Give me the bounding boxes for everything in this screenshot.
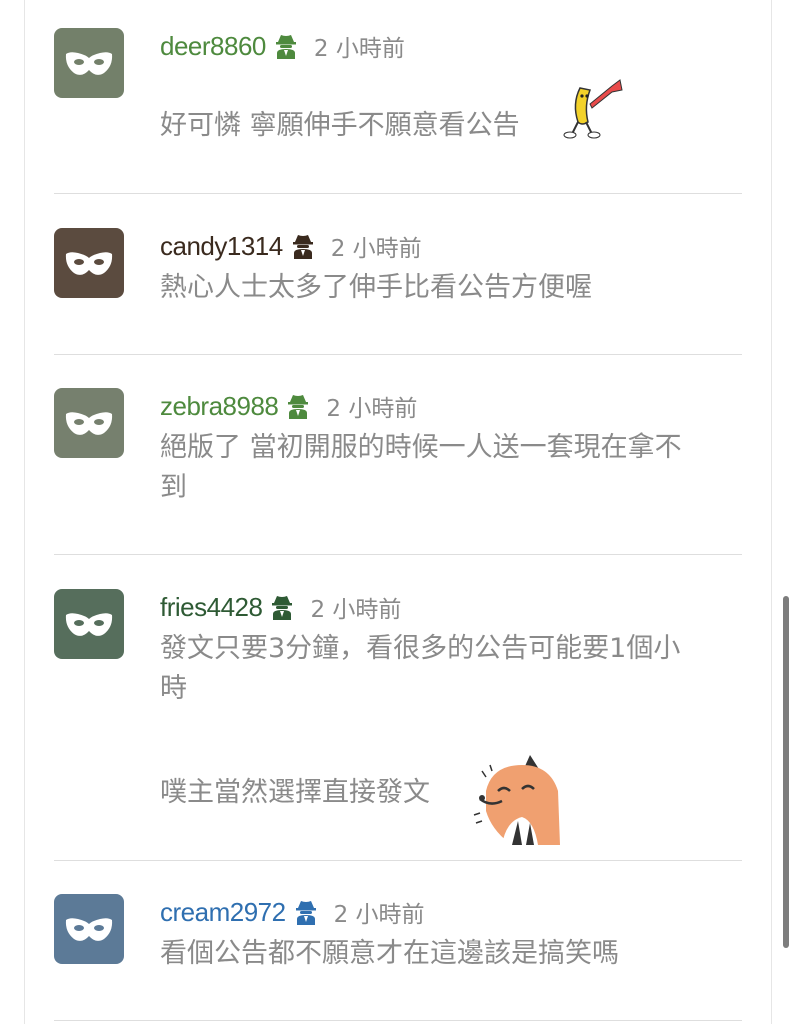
mask-icon bbox=[65, 613, 113, 636]
username[interactable]: cream2972 bbox=[160, 897, 286, 928]
username[interactable]: deer8860 bbox=[160, 31, 266, 62]
divider bbox=[54, 860, 742, 861]
comment-text: 發文只要3分鐘，看很多的公告可能要1個小 bbox=[160, 633, 681, 664]
mask-icon bbox=[65, 252, 113, 275]
comment-body: 熱心人士太多了伸手比看公告方便喔 bbox=[160, 268, 742, 308]
comment-item: deer8860 2 小時前 好可憐 寧願伸手不願意看公告 bbox=[54, 28, 742, 168]
comment-item: zebra8988 2 小時前 絕版了 當初開服的時候一人送一套現在拿不 到 bbox=[54, 388, 742, 518]
timestamp: 2 小時前 bbox=[310, 597, 402, 623]
comment-item: cream2972 2 小時前 看個公告都不願意才在這邊該是搞笑嗎 bbox=[54, 894, 742, 994]
comment-text: 時 bbox=[160, 673, 187, 704]
spy-icon bbox=[274, 33, 298, 59]
divider bbox=[54, 554, 742, 555]
avatar[interactable] bbox=[54, 28, 124, 98]
divider bbox=[54, 193, 742, 194]
timestamp: 2 小時前 bbox=[326, 396, 418, 422]
comment-body: 看個公告都不願意才在這邊該是搞笑嗎 bbox=[160, 934, 742, 974]
comment-header: zebra8988 2 小時前 bbox=[160, 388, 417, 424]
comment-header: cream2972 2 小時前 bbox=[160, 894, 425, 930]
mask-icon bbox=[65, 918, 113, 941]
avatar[interactable] bbox=[54, 894, 124, 964]
divider bbox=[54, 1020, 742, 1021]
spy-icon bbox=[291, 233, 315, 259]
comment-body: 好可憐 寧願伸手不願意看公告 bbox=[160, 79, 742, 146]
username[interactable]: candy1314 bbox=[160, 231, 283, 262]
comment-text: 噗主當然選擇直接發文 bbox=[160, 777, 430, 808]
username[interactable]: zebra8988 bbox=[160, 391, 279, 422]
spy-icon bbox=[294, 899, 318, 925]
timestamp: 2 小時前 bbox=[313, 36, 405, 62]
comment-body: 發文只要3分鐘，看很多的公告可能要1個小 時 噗主當然選擇直接發文 bbox=[160, 629, 742, 845]
timestamp: 2 小時前 bbox=[333, 902, 425, 928]
comment-item: fries4428 2 小時前 發文只要3分鐘，看很多的公告可能要1個小 時 噗… bbox=[54, 589, 742, 845]
comment-body: 絕版了 當初開服的時候一人送一套現在拿不 到 bbox=[160, 428, 742, 508]
username[interactable]: fries4428 bbox=[160, 592, 263, 623]
avatar[interactable] bbox=[54, 589, 124, 659]
scrollbar[interactable] bbox=[783, 596, 789, 948]
comment-text: 熱心人士太多了伸手比看公告方便喔 bbox=[160, 272, 592, 303]
mask-icon bbox=[65, 52, 113, 75]
comment-header: fries4428 2 小時前 bbox=[160, 589, 401, 625]
comment-header: candy1314 2 小時前 bbox=[160, 228, 422, 264]
laughing-fox-sticker bbox=[472, 751, 564, 845]
divider bbox=[54, 354, 742, 355]
comment-item: candy1314 2 小時前 熱心人士太多了伸手比看公告方便喔 bbox=[54, 228, 742, 328]
mask-icon bbox=[65, 412, 113, 435]
timestamp: 2 小時前 bbox=[330, 236, 422, 262]
comment-text: 到 bbox=[160, 472, 187, 503]
comment-header: deer8860 2 小時前 bbox=[160, 28, 405, 64]
spy-icon bbox=[286, 393, 310, 419]
comment-text: 看個公告都不願意才在這邊該是搞笑嗎 bbox=[160, 938, 619, 969]
comment-text: 絕版了 當初開服的時候一人送一套現在拿不 bbox=[160, 432, 682, 463]
comment-text: 好可憐 寧願伸手不願意看公告 bbox=[160, 110, 520, 141]
avatar[interactable] bbox=[54, 388, 124, 458]
spy-icon bbox=[270, 594, 294, 620]
banana-trumpet-sticker bbox=[560, 74, 630, 140]
avatar[interactable] bbox=[54, 228, 124, 298]
